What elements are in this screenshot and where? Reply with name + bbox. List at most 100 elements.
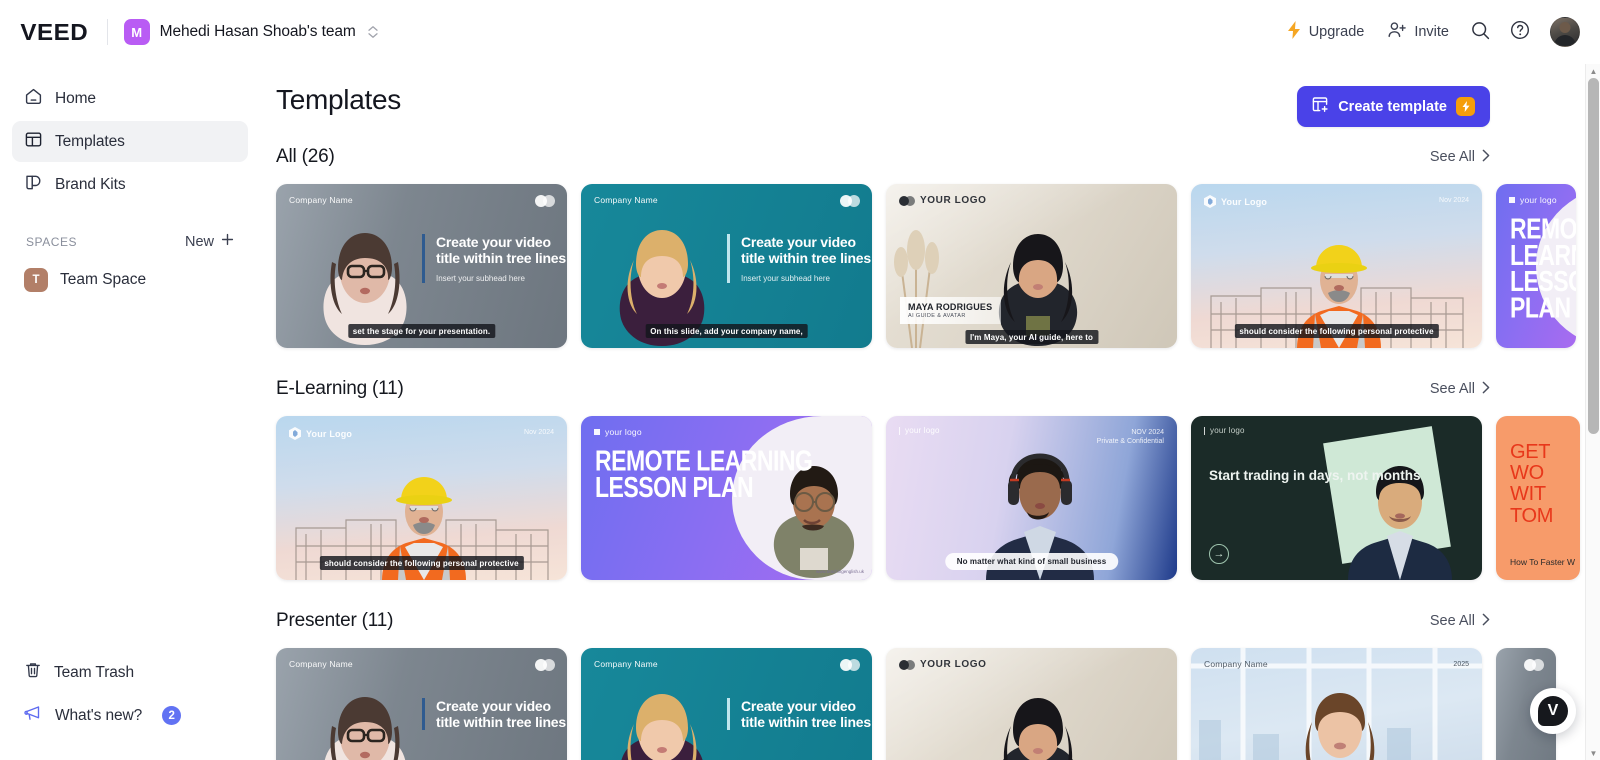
avatar-presenter-photo bbox=[998, 234, 1078, 346]
megaphone-icon bbox=[24, 704, 43, 728]
brand-mark-icon bbox=[535, 659, 555, 671]
plus-icon bbox=[221, 233, 234, 250]
search-icon bbox=[1471, 21, 1490, 44]
scroll-up-icon[interactable]: ▲ bbox=[1586, 64, 1600, 78]
sidebar-item-label: Templates bbox=[55, 132, 125, 150]
card-logo: your logo bbox=[605, 427, 642, 437]
sidebar-item-label: Brand Kits bbox=[55, 175, 126, 193]
template-card[interactable]: Company Name Create your video title wit bbox=[276, 648, 567, 760]
veed-logo[interactable]: VEED bbox=[20, 19, 88, 46]
arrow-right-icon[interactable]: → bbox=[1209, 544, 1229, 564]
new-space-button[interactable]: New bbox=[185, 233, 234, 250]
space-label: Team Space bbox=[60, 271, 147, 288]
section-header: E-Learning (11) See All bbox=[276, 378, 1600, 400]
sidebar-item-home[interactable]: Home bbox=[12, 78, 248, 119]
card-date: Nov 2024 bbox=[1439, 197, 1469, 204]
section-title: E-Learning (11) bbox=[276, 378, 404, 399]
card-logo-row: your logo bbox=[1509, 195, 1557, 205]
top-bar-actions: Upgrade Invite bbox=[1275, 12, 1580, 52]
section-elearning: E-Learning (11) See All Your Logo Nov 20… bbox=[276, 378, 1600, 580]
see-all-label: See All bbox=[1429, 613, 1475, 629]
card-logo: Your Logo bbox=[1221, 196, 1268, 207]
card-logo-row: Your Logo bbox=[1204, 195, 1267, 208]
card-subhead: Insert your subhead here bbox=[741, 274, 830, 284]
invite-button[interactable]: Invite bbox=[1376, 13, 1461, 51]
sidebar-item-team-trash[interactable]: Team Trash bbox=[12, 652, 248, 693]
template-card[interactable]: YOUR LOGO bbox=[886, 648, 1177, 760]
sidebar-item-whats-new[interactable]: What's new? 2 bbox=[12, 695, 248, 736]
template-card[interactable]: Company Name Create your video title wit… bbox=[581, 184, 872, 348]
card-date: Nov 2024 bbox=[524, 429, 554, 436]
chevron-updown-icon bbox=[368, 26, 378, 38]
search-button[interactable] bbox=[1461, 13, 1500, 52]
invite-label: Invite bbox=[1414, 24, 1449, 40]
see-all-elearning[interactable]: See All bbox=[1430, 381, 1490, 398]
card-title: GET WO WIT TOM bbox=[1510, 441, 1554, 527]
template-card[interactable]: Company Name Create your video title wit… bbox=[581, 648, 872, 760]
template-card[interactable]: your logo REMOTE LEARNING LESSON PLAN bbox=[1496, 184, 1576, 348]
card-logo-row: YOUR LOGO bbox=[899, 195, 987, 206]
card-logo: Company Name bbox=[289, 659, 353, 669]
card-subhead: Insert your subhead here bbox=[436, 274, 525, 284]
template-card[interactable]: your logo NOV 2024 Private & Confidentia… bbox=[886, 416, 1177, 580]
template-card[interactable]: Company Name 2025 bbox=[1191, 648, 1482, 760]
see-all-presenter[interactable]: See All bbox=[1430, 613, 1490, 630]
veed-chat-icon: V bbox=[1538, 696, 1568, 726]
help-chat-button[interactable]: V bbox=[1530, 688, 1576, 734]
card-subtitle: How To Faster W bbox=[1510, 556, 1576, 567]
square-icon bbox=[1509, 197, 1515, 203]
card-title: Create your video title within tree line… bbox=[741, 698, 871, 731]
top-bar: VEED M Mehedi Hasan Shoab's team Upgrade… bbox=[0, 0, 1600, 64]
card-date: NOV 2024 Private & Confidential bbox=[1096, 429, 1164, 446]
user-avatar[interactable] bbox=[1550, 17, 1580, 47]
scroll-down-icon[interactable]: ▼ bbox=[1586, 746, 1600, 760]
team-name-label: Mehedi Hasan Shoab's team bbox=[159, 23, 356, 40]
templates-icon bbox=[24, 130, 43, 154]
see-all-all[interactable]: See All bbox=[1430, 149, 1490, 166]
card-title: Create your video title within tree line… bbox=[436, 234, 566, 267]
sidebar-item-brand-kits[interactable]: Brand Kits bbox=[12, 164, 248, 205]
template-card[interactable]: YOUR LOGO bbox=[886, 184, 1177, 348]
see-all-label: See All bbox=[1429, 149, 1475, 165]
sidebar-item-label: Team Trash bbox=[54, 663, 134, 681]
section-presenter: Presenter (11) See All Company Name Crea… bbox=[276, 610, 1600, 760]
presenter-photo bbox=[621, 694, 703, 760]
card-title-block: Create your video title within tree line… bbox=[727, 698, 872, 731]
help-button[interactable] bbox=[1500, 12, 1540, 52]
template-row-presenter: Company Name Create your video title wit bbox=[276, 648, 1600, 760]
create-template-button[interactable]: Create template bbox=[1297, 86, 1490, 127]
sidebar-item-team-space[interactable]: T Team Space bbox=[12, 260, 248, 300]
template-card[interactable]: Company Name Create your video title wit bbox=[276, 184, 567, 348]
template-card[interactable]: Your Logo Nov 2024 should consider the f… bbox=[276, 416, 567, 580]
team-switcher[interactable]: M Mehedi Hasan Shoab's team bbox=[123, 19, 378, 45]
main-content: Templates Create template All (26) See A… bbox=[260, 64, 1600, 760]
template-card[interactable]: GET WO WIT TOM How To Faster W bbox=[1496, 416, 1580, 580]
card-logo: YOUR LOGO bbox=[920, 195, 987, 206]
scrollbar-thumb[interactable] bbox=[1588, 78, 1599, 434]
card-title: Create your video title within tree line… bbox=[741, 234, 871, 267]
home-icon bbox=[24, 87, 43, 111]
brand-mark-icon bbox=[899, 659, 915, 670]
card-logo: Company Name bbox=[289, 195, 353, 205]
sidebar-item-templates[interactable]: Templates bbox=[12, 121, 248, 162]
card-logo: YOUR LOGO bbox=[920, 659, 987, 670]
card-title: Create your video title within tree line… bbox=[436, 698, 566, 731]
card-logo: Company Name bbox=[594, 659, 658, 669]
template-card[interactable]: your logo REMOTE LEARNING LESSON PLAN ww… bbox=[581, 416, 872, 580]
template-card[interactable]: your logo Start trading in days, not mon… bbox=[1191, 416, 1482, 580]
card-title-block: Create your video title within tree line… bbox=[422, 698, 567, 731]
avatar-presenter-photo bbox=[1003, 698, 1073, 760]
card-logo: your logo bbox=[1520, 195, 1557, 205]
chevron-right-icon bbox=[1482, 381, 1490, 398]
template-row-all: Company Name Create your video title wit bbox=[276, 184, 1600, 348]
sidebar-bottom: Team Trash What's new? 2 bbox=[12, 652, 248, 738]
template-card[interactable]: Your Logo Nov 2024 should consider the f… bbox=[1191, 184, 1482, 348]
upgrade-button[interactable]: Upgrade bbox=[1275, 13, 1377, 51]
create-template-label: Create template bbox=[1338, 98, 1447, 115]
page-scrollbar[interactable]: ▲ ▼ bbox=[1585, 64, 1600, 760]
name-plate-role: AI GUIDE & AVATAR bbox=[908, 313, 966, 319]
card-title-block: Create your video title within tree line… bbox=[727, 234, 872, 284]
brand-mark-icon bbox=[1524, 659, 1544, 671]
help-icon bbox=[1510, 20, 1530, 44]
sidebar-item-label: What's new? bbox=[55, 706, 143, 724]
